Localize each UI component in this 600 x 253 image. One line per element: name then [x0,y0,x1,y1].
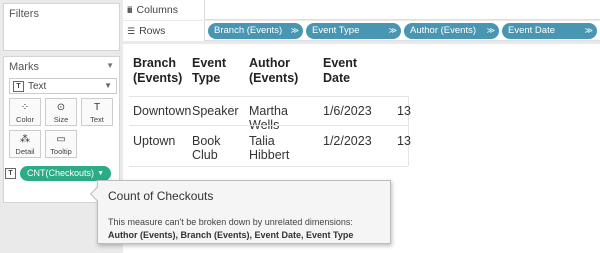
tooltip-dimensions: Author (Events), Branch (Events), Event … [108,230,354,240]
detail-label: Detail [15,147,35,156]
cell-type: Speaker [192,104,239,118]
row-pill-branch[interactable]: Branch (Events) ≫ [208,23,303,39]
header-event-type[interactable]: Event Type [192,56,226,86]
color-button[interactable]: ⁘ Color [9,98,41,126]
detail-button[interactable]: ⁂ Detail [9,130,41,158]
tooltip-label: Tooltip [50,147,72,156]
filters-title: Filters [9,8,39,20]
relationship-icon: ≫ [584,26,594,35]
row-pill-author[interactable]: Author (Events) ≫ [404,23,499,39]
rows-label: Rows [139,25,166,37]
row-divider [129,125,408,126]
cell-branch: Uptown [133,134,176,148]
rows-shelf[interactable]: ☰ Rows Branch (Events) ≫ Event Type ≫ Au… [123,21,600,41]
chevron-down-icon: ▼ [104,81,112,90]
tooltip-title: Count of Checkouts [108,189,214,203]
header-line: Date [323,71,351,85]
header-branch[interactable]: Branch (Events) [133,56,182,86]
header-line: Event [323,56,358,70]
tooltip-body: This measure can't be broken down by unr… [108,217,353,227]
cell-author: Martha Wells [249,104,288,132]
relationship-icon: ≫ [388,26,398,35]
header-line: Event [192,56,227,70]
row-pill-event-date[interactable]: Event Date ≫ [502,23,597,39]
text-label: Text [90,115,104,124]
row-divider [129,166,408,167]
size-label: Size [53,115,69,124]
cell-count: 13 [397,104,411,118]
cnt-checkouts-label: CNT(Checkouts) [27,168,95,178]
size-button[interactable]: ⊙ Size [45,98,77,126]
cell-author: Talia Hibbert [249,134,290,162]
mark-type-label: Text [28,80,47,92]
columns-icon: iii [127,5,132,15]
cell-date: 1/2/2023 [323,134,372,148]
filters-card[interactable]: Filters [3,3,120,51]
color-icon: ⁘ [20,102,30,113]
cell-date: 1/6/2023 [323,104,372,118]
color-label: Color [16,115,34,124]
columns-label: Columns [136,4,178,16]
row-divider [129,96,408,97]
text-icon: T [93,102,101,113]
measure-tooltip: Count of Checkouts This measure can't be… [89,180,391,244]
cnt-checkouts-pill[interactable]: CNT(Checkouts) ▼ [20,166,111,181]
tooltip-button[interactable]: ▭ Tooltip [45,130,77,158]
detail-icon: ⁂ [20,134,30,145]
row-pill-label: Event Type [312,25,360,36]
row-pill-event-type[interactable]: Event Type ≫ [306,23,401,39]
chevron-down-icon[interactable]: ▼ [97,166,104,181]
rows-icon: ☰ [127,25,135,36]
header-line: Branch [133,56,177,70]
text-encoding-icon: T [5,168,16,179]
cell-type: Book Club [192,134,221,162]
header-line: Type [192,71,221,85]
header-author[interactable]: Author (Events) [249,56,298,86]
tooltip-icon: ▭ [56,134,66,145]
text-button[interactable]: T Text [81,98,113,126]
columns-shelf[interactable]: iii Columns [123,0,600,20]
marks-title: Marks [9,61,39,73]
cell-count: 13 [397,134,411,148]
row-pill-label: Author (Events) [410,25,476,36]
header-line: Author [249,56,290,70]
header-line: (Events) [133,71,183,85]
relationship-icon: ≫ [486,26,496,35]
text-mark-icon: T [13,80,24,92]
mark-type-dropdown[interactable]: T Text ▼ [9,78,117,94]
rows-shelf-label: ☰ Rows [123,21,205,41]
header-event-date[interactable]: Event Date [323,56,357,86]
size-icon: ⊙ [56,102,66,113]
cell-branch: Downtown [133,104,192,118]
row-pill-label: Branch (Events) [214,25,283,36]
columns-shelf-label: iii Columns [123,0,205,20]
tableau-workspace: Filters Marks ▼ T Text ▼ ⁘ Color ⊙ Size … [0,0,600,253]
relationship-icon: ≫ [290,26,300,35]
row-pill-label: Event Date [508,25,555,36]
chevron-down-icon[interactable]: ▼ [106,61,114,70]
marks-field-row: T CNT(Checkouts) ▼ [5,166,111,181]
rows-pills: Branch (Events) ≫ Event Type ≫ Author (E… [208,23,600,39]
header-line: (Events) [249,71,299,85]
